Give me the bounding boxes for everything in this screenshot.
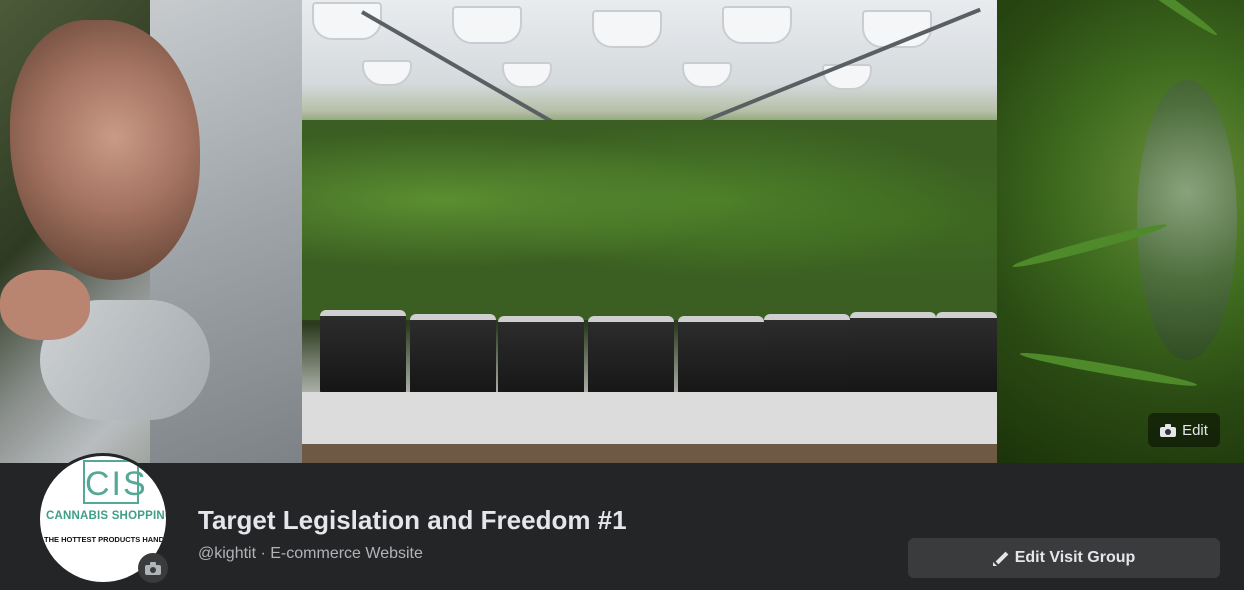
cover-image-cannabis-bud xyxy=(997,0,1244,463)
logo-name: CANNABIS SHOPPING xyxy=(46,510,169,522)
camera-icon xyxy=(1160,423,1177,437)
camera-icon xyxy=(145,561,161,575)
pencil-icon xyxy=(992,550,1009,566)
cover-image-greenhouse xyxy=(302,0,997,463)
page-title: Target Legislation and Freedom #1 xyxy=(198,505,627,535)
edit-visit-group-button[interactable]: Edit Visit Group xyxy=(908,538,1220,578)
edit-cover-label: Edit xyxy=(1182,421,1208,439)
cover-image-grower xyxy=(0,0,302,463)
cover-photo[interactable]: Edit xyxy=(0,0,1244,463)
edit-visit-group-label: Edit Visit Group xyxy=(1014,549,1136,566)
logo-box: CIS xyxy=(83,460,148,504)
logo-letters: CIS xyxy=(85,465,148,503)
page-meta: @kightit · E-commerce Website xyxy=(198,545,423,562)
logo-tagline: THE HOTTEST PRODUCTS HAND-TEST xyxy=(44,535,167,544)
edit-cover-button[interactable]: Edit xyxy=(1148,413,1220,447)
avatar-edit-button[interactable] xyxy=(138,553,168,583)
